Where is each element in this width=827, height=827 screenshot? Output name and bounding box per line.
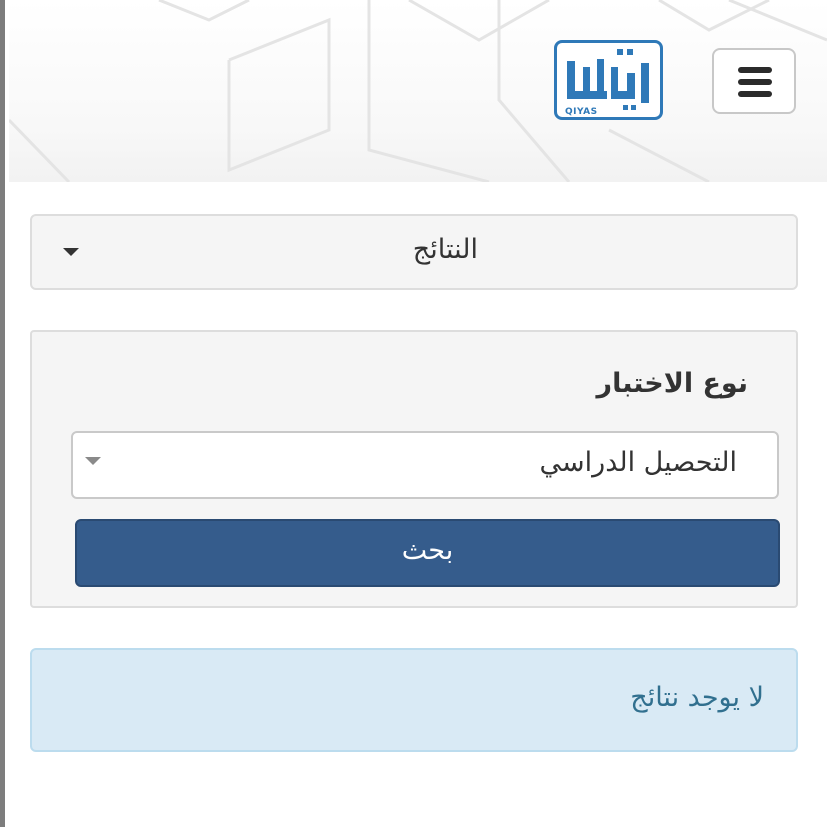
- page: QIYAS النتائج نوع الاختبار التحصيل الدرا…: [0, 0, 827, 827]
- select-caret-down-icon: [85, 457, 101, 465]
- search-button-label: بحث: [401, 535, 454, 566]
- menu-button[interactable]: [712, 48, 796, 114]
- test-type-selected-value: التحصيل الدراسي: [539, 447, 737, 478]
- header-background-pattern: [9, 0, 827, 182]
- qiyas-logo[interactable]: QIYAS: [554, 40, 663, 120]
- left-edge-divider: [0, 0, 9, 827]
- no-results-message: لا يوجد نتائج: [630, 682, 764, 713]
- test-type-select[interactable]: التحصيل الدراسي: [71, 431, 779, 499]
- no-results-alert: لا يوجد نتائج: [30, 648, 798, 752]
- search-button[interactable]: بحث: [75, 519, 780, 587]
- logo-text: QIYAS: [565, 107, 598, 117]
- test-type-label: نوع الاختبار: [596, 368, 748, 399]
- results-dropdown[interactable]: النتائج: [30, 214, 798, 290]
- qiyas-logo-mark: [567, 49, 649, 110]
- results-title: النتائج: [412, 234, 478, 265]
- caret-down-icon: [63, 248, 79, 256]
- header: QIYAS: [9, 0, 827, 182]
- search-form-panel: نوع الاختبار التحصيل الدراسي بحث: [30, 330, 798, 608]
